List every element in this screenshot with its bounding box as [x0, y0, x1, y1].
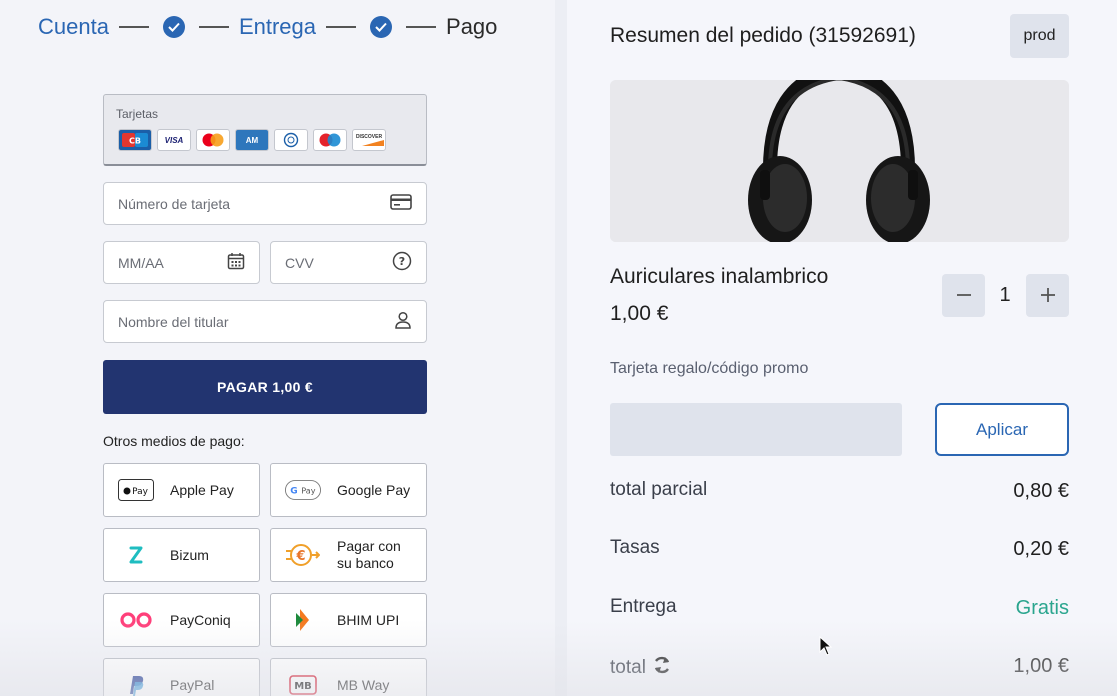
- svg-text:G: G: [290, 487, 297, 497]
- quantity-value: 1: [999, 284, 1011, 306]
- amex-icon: AM: [235, 129, 269, 151]
- method-label: BHIM UPI: [337, 611, 400, 628]
- tax-value: 0,20 €: [1013, 538, 1069, 560]
- step-cuenta[interactable]: Cuenta: [38, 14, 109, 40]
- svg-text:€: €: [295, 549, 305, 564]
- bizum-icon: [118, 545, 154, 565]
- delivery-label: Entrega: [610, 596, 677, 617]
- google-pay-icon: G Pay: [285, 479, 321, 501]
- svg-text:Pay: Pay: [301, 486, 315, 496]
- mbway-icon: MB: [285, 674, 321, 696]
- method-label: Apple Pay: [170, 481, 234, 498]
- order-summary-panel: Resumen del pedido (31592691) prod Auric…: [567, 0, 1117, 696]
- calendar-icon: [227, 252, 245, 273]
- visa-icon: VISA: [157, 129, 191, 151]
- method-label: PayPal: [170, 676, 215, 693]
- bank-transfer-button[interactable]: € Pagar con su banco: [270, 528, 427, 582]
- paypal-button[interactable]: PayPal: [103, 658, 260, 696]
- minus-icon: [956, 282, 972, 310]
- bhim-upi-button[interactable]: BHIM UPI: [270, 593, 427, 647]
- product-image: [610, 80, 1069, 242]
- mouse-cursor-icon: [819, 635, 833, 661]
- other-methods-title: Otros medios de pago:: [103, 433, 245, 449]
- bizum-button[interactable]: Bizum: [103, 528, 260, 582]
- method-label: Bizum: [170, 546, 209, 563]
- svg-text:?: ?: [399, 255, 405, 268]
- product-name: Auriculares inalambrico: [610, 265, 829, 288]
- google-pay-button[interactable]: G Pay Google Pay: [270, 463, 427, 517]
- method-label: Google Pay: [337, 481, 411, 498]
- card-number-placeholder: Número de tarjeta: [118, 195, 231, 212]
- step-divider: [118, 26, 149, 28]
- total-row-label: total: [610, 655, 672, 681]
- method-label: Pagar con su banco: [337, 538, 401, 571]
- cardholder-name-field[interactable]: Nombre del titular: [103, 300, 427, 343]
- apple-pay-icon: Pay: [118, 479, 154, 501]
- product-price: 1,00 €: [610, 302, 669, 325]
- refresh-icon[interactable]: [652, 655, 672, 681]
- check-icon: [370, 16, 393, 38]
- mbway-button[interactable]: MB MB Way: [270, 658, 427, 696]
- plus-icon: [1040, 282, 1056, 310]
- panel-divider: [555, 0, 567, 696]
- method-label: PayConiq: [170, 611, 231, 628]
- apply-promo-button[interactable]: Aplicar: [935, 403, 1069, 456]
- cardholder-placeholder: Nombre del titular: [118, 313, 229, 330]
- help-icon[interactable]: ?: [392, 251, 412, 274]
- subtotal-label: total parcial: [610, 479, 708, 500]
- discover-icon: DISCOVER: [352, 129, 386, 151]
- promo-code-input[interactable]: [610, 403, 902, 456]
- payment-panel: Cuenta Entrega Pago Tarjetas CB VISA AM: [0, 0, 555, 696]
- step-divider: [198, 26, 229, 28]
- increase-quantity-button[interactable]: [1026, 274, 1069, 317]
- cvv-placeholder: CVV: [285, 254, 314, 271]
- person-icon: [394, 311, 412, 332]
- payconiq-button[interactable]: PayConiq: [103, 593, 260, 647]
- svg-text:MB: MB: [294, 681, 312, 692]
- cb-icon: CB: [118, 129, 152, 151]
- bhim-upi-icon: [285, 608, 321, 632]
- credit-card-icon: [390, 194, 412, 213]
- pay-button[interactable]: PAGAR 1,00 €: [103, 360, 427, 414]
- cvv-field[interactable]: CVV ?: [270, 241, 427, 284]
- decrease-quantity-button[interactable]: [942, 274, 985, 317]
- expiry-placeholder: MM/AA: [118, 254, 164, 271]
- total-label: total: [610, 657, 646, 678]
- step-entrega[interactable]: Entrega: [239, 14, 316, 40]
- apple-pay-button[interactable]: Pay Apple Pay: [103, 463, 260, 517]
- mastercard-icon: [196, 129, 230, 151]
- delivery-value: Gratis: [1015, 597, 1069, 619]
- svg-text:Pay: Pay: [132, 487, 149, 497]
- card-brands-box: Tarjetas CB VISA AM DISCOVER: [103, 94, 427, 166]
- cards-title: Tarjetas: [116, 107, 159, 121]
- bank-transfer-icon: €: [285, 542, 321, 568]
- payconiq-icon: [118, 612, 154, 628]
- method-label: MB Way: [337, 676, 390, 693]
- step-pago: Pago: [446, 14, 498, 39]
- expiry-field[interactable]: MM/AA: [103, 241, 260, 284]
- paypal-icon: [118, 674, 154, 696]
- total-value: 1,00 €: [1013, 655, 1069, 677]
- order-summary-title: Resumen del pedido (31592691): [610, 24, 916, 47]
- diners-icon: [274, 129, 308, 151]
- checkout-stepper: Cuenta Entrega Pago: [38, 12, 497, 42]
- environment-badge: prod: [1010, 14, 1069, 58]
- check-icon: [162, 16, 185, 38]
- promo-code-label: Tarjeta regalo/código promo: [610, 360, 809, 377]
- step-divider: [406, 26, 437, 28]
- maestro-icon: [313, 129, 347, 151]
- subtotal-value: 0,80 €: [1013, 480, 1069, 502]
- tax-label: Tasas: [610, 537, 660, 558]
- card-number-field[interactable]: Número de tarjeta: [103, 182, 427, 225]
- brand-list: CB VISA AM DISCOVER: [118, 129, 386, 151]
- svg-text:CB: CB: [129, 137, 141, 146]
- step-divider: [326, 26, 357, 28]
